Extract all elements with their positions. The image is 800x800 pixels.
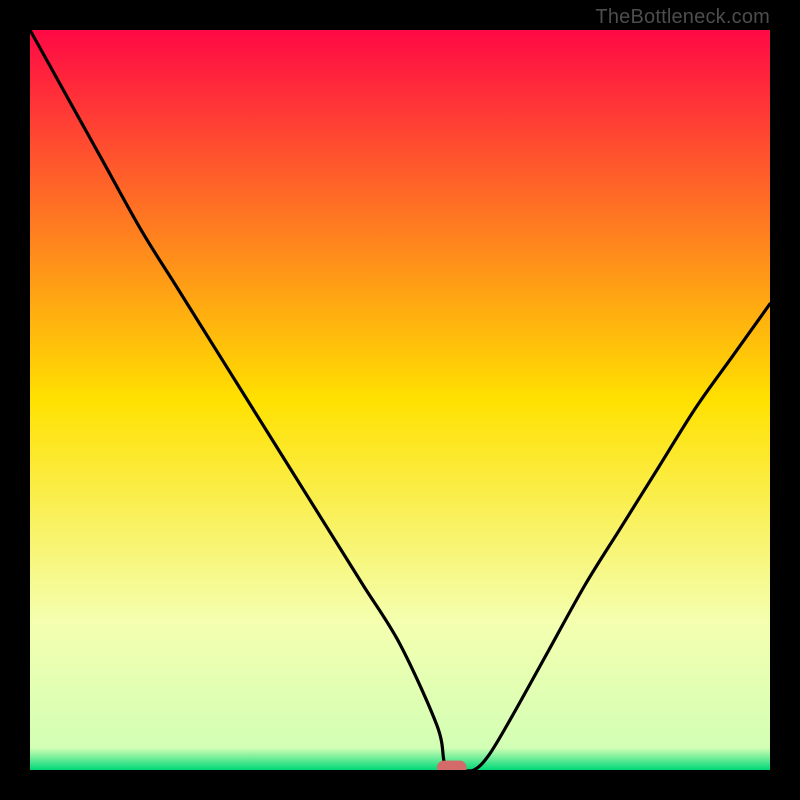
gradient-background — [30, 30, 770, 770]
plot-area — [30, 30, 770, 770]
watermark-text: TheBottleneck.com — [595, 6, 770, 29]
chart-svg — [30, 30, 770, 770]
optimal-marker — [437, 761, 467, 770]
